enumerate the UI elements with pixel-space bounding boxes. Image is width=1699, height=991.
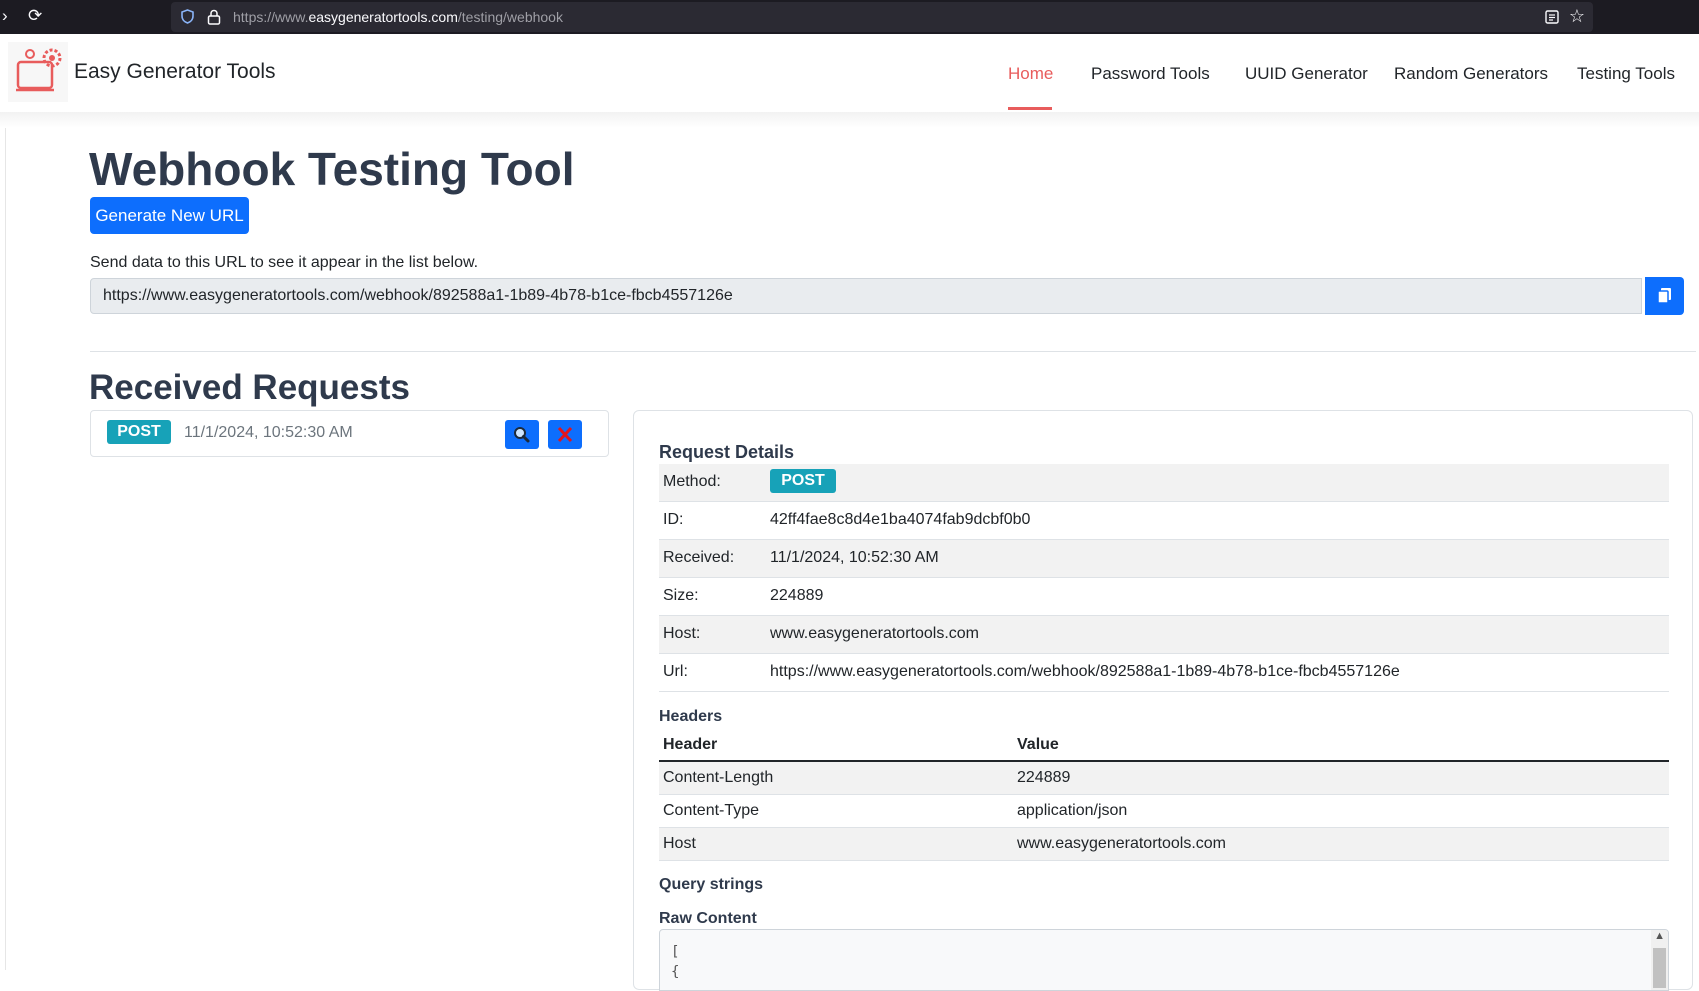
header-value: www.easygeneratortools.com	[1017, 835, 1226, 852]
close-icon	[557, 426, 573, 443]
scroll-up-icon[interactable]: ▲	[1654, 930, 1665, 942]
view-request-button[interactable]	[505, 420, 539, 449]
detail-row-method: Method: POST	[659, 464, 1669, 502]
reader-view-icon[interactable]	[1545, 10, 1559, 24]
site-header: Easy Generator Tools Home Password Tools…	[0, 36, 1699, 113]
header-name: Content-Length	[663, 769, 774, 786]
webhook-help-text: Send data to this URL to see it appear i…	[90, 254, 479, 271]
brand-name[interactable]: Easy Generator Tools	[74, 60, 276, 84]
headers-table-head: Header Value	[659, 729, 1669, 762]
nav-uuid-generator[interactable]: UUID Generator	[1245, 64, 1368, 84]
shield-icon[interactable]	[181, 9, 194, 24]
header-shadow	[0, 112, 1699, 128]
address-bar[interactable]: https://www.easygeneratortools.com/testi…	[171, 2, 1593, 32]
site-logo[interactable]	[8, 42, 68, 102]
request-details-title: Request Details	[659, 442, 795, 462]
nav-testing-tools[interactable]: Testing Tools	[1577, 64, 1675, 84]
table-row: Content-Length 224889	[659, 762, 1669, 795]
header-name: Host	[663, 835, 696, 852]
table-row: Host www.easygeneratortools.com	[659, 828, 1669, 861]
raw-content-textarea[interactable]: [ { ▲	[659, 929, 1669, 991]
query-strings-title: Query strings	[659, 876, 764, 893]
table-row: Content-Type application/json	[659, 795, 1669, 828]
detail-label: Url:	[663, 663, 688, 680]
page-left-border	[5, 128, 6, 970]
copy-icon	[1657, 288, 1671, 304]
page-title: Webhook Testing Tool	[89, 143, 575, 195]
bookmark-star-icon[interactable]: ☆	[1569, 6, 1585, 27]
detail-row-url: Url: https://www.easygeneratortools.com/…	[659, 654, 1669, 692]
scrollbar[interactable]: ▲	[1651, 930, 1668, 990]
column-header: Value	[1017, 736, 1059, 753]
detail-row-size: Size: 224889	[659, 578, 1669, 616]
nav-random-generators[interactable]: Random Generators	[1394, 64, 1548, 84]
detail-row-id: ID: 42ff4fae8c8d4e1ba4074fab9dcbf0b0	[659, 502, 1669, 540]
detail-value: 224889	[770, 587, 824, 604]
nav-home[interactable]: Home	[1008, 64, 1053, 84]
column-header: Header	[663, 736, 718, 753]
forward-icon[interactable]: ›	[2, 6, 8, 26]
raw-line: [	[671, 944, 680, 960]
header-value: 224889	[1017, 769, 1071, 786]
request-details-panel: Request Details Method: POST ID: 42ff4fa…	[633, 410, 1693, 991]
detail-value: www.easygeneratortools.com	[770, 625, 979, 642]
header-name: Content-Type	[663, 802, 760, 819]
active-nav-indicator	[1008, 107, 1052, 110]
detail-row-received: Received: 11/1/2024, 10:52:30 AM	[659, 540, 1669, 578]
lock-icon[interactable]	[207, 9, 221, 25]
reload-icon[interactable]: ⟳	[28, 6, 42, 26]
header-value: application/json	[1017, 802, 1128, 819]
detail-value[interactable]: https://www.easygeneratortools.com/webho…	[770, 663, 1400, 681]
detail-label: Host:	[663, 625, 701, 642]
webhook-url-field[interactable]	[90, 278, 1642, 314]
method-badge: POST	[107, 420, 171, 444]
request-timestamp: 11/1/2024, 10:52:30 AM	[184, 424, 353, 441]
method-badge: POST	[770, 469, 836, 493]
detail-row-host: Host: www.easygeneratortools.com	[659, 616, 1669, 654]
headers-title: Headers	[659, 708, 723, 725]
raw-content-title: Raw Content	[659, 910, 757, 927]
detail-value: 42ff4fae8c8d4e1ba4074fab9dcbf0b0	[770, 511, 1031, 528]
detail-value: 11/1/2024, 10:52:30 AM	[770, 549, 939, 566]
detail-label: Method:	[663, 473, 721, 490]
detail-label: ID:	[663, 511, 684, 528]
scrollbar-thumb[interactable]	[1653, 948, 1666, 988]
search-icon	[514, 427, 530, 443]
generate-new-url-button[interactable]: Generate New URL	[90, 197, 249, 234]
url-text[interactable]: https://www.easygeneratortools.com/testi…	[233, 9, 563, 25]
delete-request-button[interactable]	[548, 420, 582, 449]
copy-url-button[interactable]	[1645, 277, 1684, 315]
detail-label: Received:	[663, 549, 735, 566]
section-divider	[90, 351, 1696, 352]
nav-password-tools[interactable]: Password Tools	[1091, 64, 1210, 84]
received-requests-title: Received Requests	[89, 368, 410, 407]
request-list-item[interactable]: POST 11/1/2024, 10:52:30 AM	[90, 410, 609, 457]
raw-line: {	[671, 964, 680, 980]
detail-label: Size:	[663, 587, 699, 604]
browser-toolbar: › ⟳ https://www.easygeneratortools.com/t…	[0, 0, 1699, 34]
